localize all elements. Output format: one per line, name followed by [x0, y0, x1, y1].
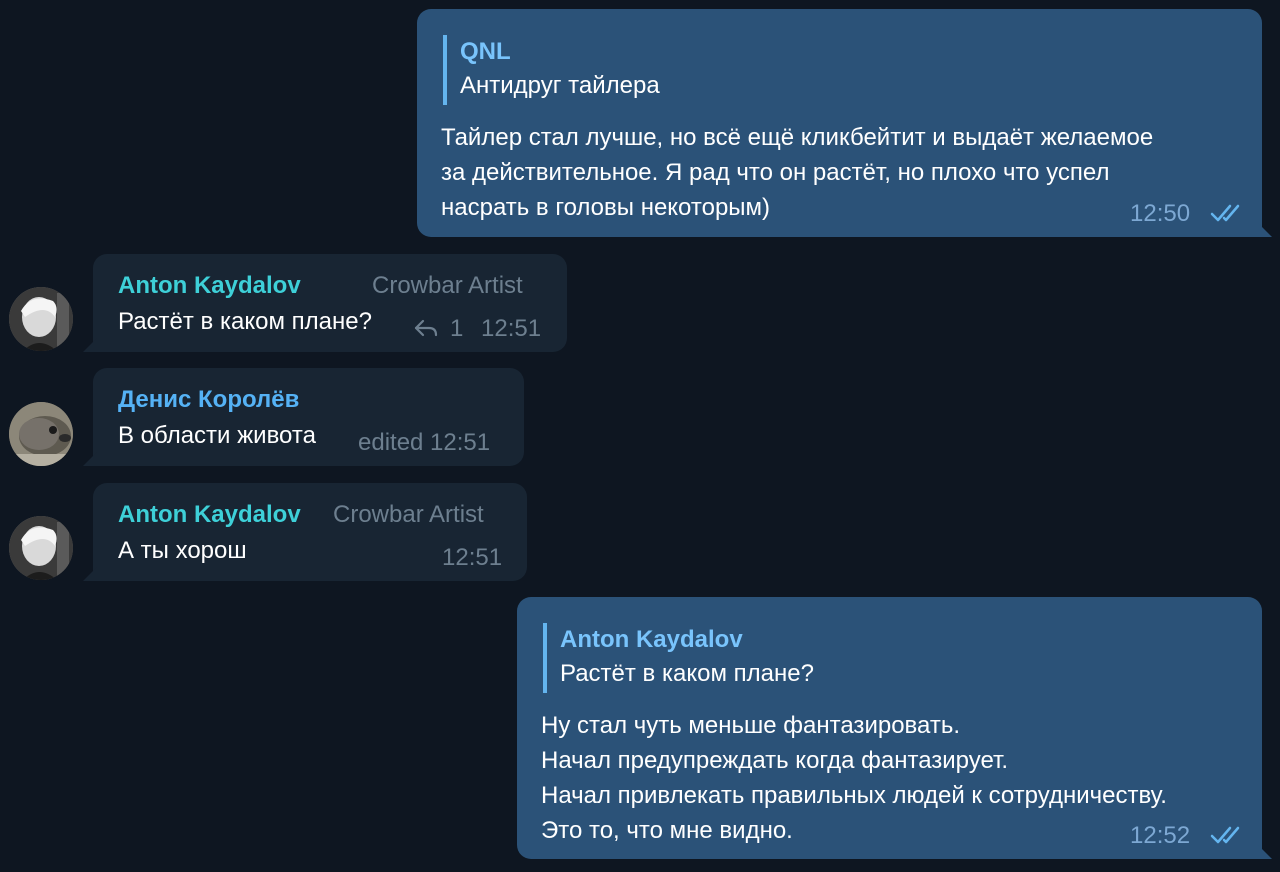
chat-history: QNL Антидруг тайлера Тайлер стал лучше, … [0, 0, 1280, 872]
avatar[interactable] [9, 516, 73, 580]
message-line: за действительное. Я рад что он растёт, … [441, 159, 1110, 186]
message-outgoing[interactable]: Anton Kaydalov Растёт в каком плане? Ну … [517, 597, 1272, 859]
sender-title: Crowbar Artist [333, 501, 484, 528]
avatar[interactable] [9, 287, 73, 351]
avatar[interactable] [9, 402, 73, 466]
sender-name[interactable]: Anton Kaydalov [118, 499, 301, 531]
message-incoming[interactable]: Денис Королёв В области живота edited 12… [83, 368, 524, 466]
message-incoming[interactable]: Anton Kaydalov Crowbar Artist А ты хорош… [83, 483, 527, 581]
message-text: А ты хорош [118, 537, 247, 564]
reply-count[interactable]: 1 [450, 314, 463, 344]
reply-quote[interactable]: QNL Антидруг тайлера [443, 35, 660, 105]
reply-arrow-icon[interactable] [413, 318, 439, 338]
message-line: Начал предупреждать когда фантазирует. [541, 747, 1009, 774]
sender-name[interactable]: Anton Kaydalov [118, 270, 301, 302]
message-time: 12:51 [442, 544, 503, 571]
reply-sender-name: Anton Kaydalov [560, 626, 743, 653]
sender-name[interactable]: Денис Королёв [118, 384, 299, 416]
message-line: Ну стал чуть меньше фантазировать. [541, 712, 961, 739]
message-outgoing[interactable]: QNL Антидруг тайлера Тайлер стал лучше, … [417, 9, 1272, 237]
message-incoming[interactable]: Anton Kaydalov Crowbar Artist Растёт в к… [83, 254, 567, 352]
double-check-icon [1210, 826, 1240, 844]
message-line: Тайлер стал лучше, но всё ещё кликбейтит… [441, 124, 1154, 151]
message-line: Это то, что мне видно. [541, 817, 793, 844]
message-line: Начал привлекать правильных людей к сотр… [541, 782, 1167, 809]
message-time: 12:50 [1130, 200, 1191, 227]
message-text: Ну стал чуть меньше фантазировать. Начал… [541, 708, 1167, 848]
message-time: edited 12:51 [358, 429, 491, 456]
double-check-icon [1210, 204, 1240, 222]
reply-quote[interactable]: Anton Kaydalov Растёт в каком плане? [543, 623, 814, 693]
reply-sender-name: QNL [460, 38, 511, 65]
message-text: Тайлер стал лучше, но всё ещё кликбейтит… [441, 120, 1153, 225]
sender-title: Crowbar Artist [372, 272, 523, 299]
message-time: 12:52 [1130, 822, 1191, 849]
reply-text: Антидруг тайлера [460, 72, 660, 99]
message-text: Растёт в каком плане? [118, 308, 372, 335]
message-time: 12:51 [481, 315, 542, 342]
message-line: насрать в головы некоторым) [441, 194, 771, 221]
reply-text: Растёт в каком плане? [560, 660, 814, 687]
message-text: В области живота [118, 422, 316, 449]
